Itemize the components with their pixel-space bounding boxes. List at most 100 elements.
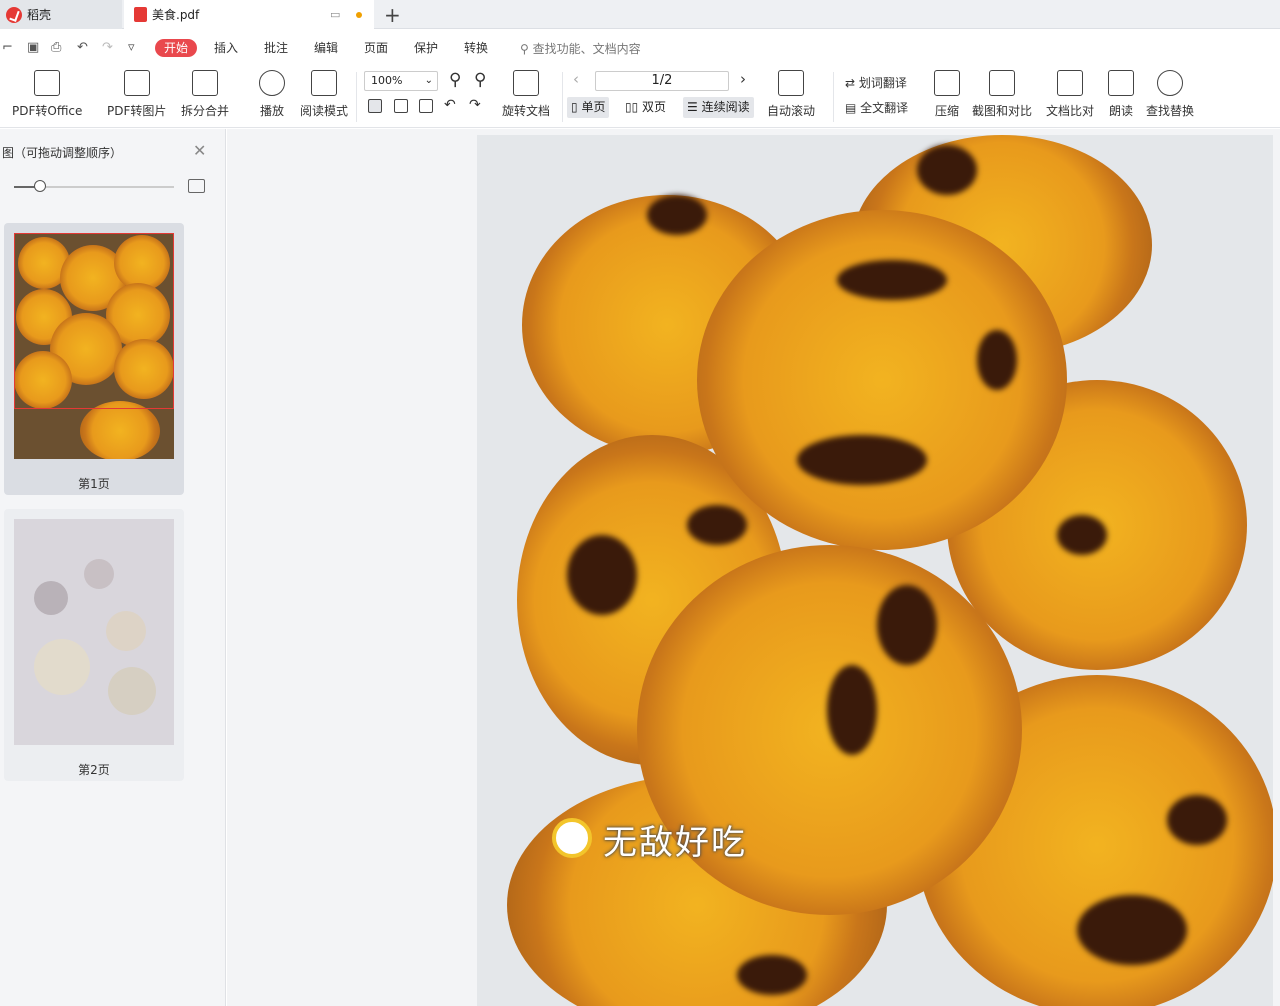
document-canvas[interactable]: 无敌好吃 <box>227 129 1280 1006</box>
chevron-down-icon: ⌄ <box>424 75 433 86</box>
page-indicator: 1/2 <box>651 73 673 88</box>
pdf-to-image-button[interactable]: PDF转图片 <box>107 70 166 119</box>
read-aloud-button[interactable]: 朗读 <box>1108 70 1134 119</box>
checkmark-sticker-icon <box>552 818 592 858</box>
word-translate-button[interactable]: ⇄ 划词翻译 <box>845 74 907 91</box>
ribbon-toolbar: PDF转Office PDF转图片 拆分合并 播放 阅读模式 100% ⌄ ⚲ … <box>0 66 1280 128</box>
ribbon-separator <box>562 72 563 122</box>
photo-caption: 无敌好吃 <box>603 823 747 863</box>
next-page-icon[interactable]: › <box>740 70 746 88</box>
play-button[interactable]: 播放 <box>259 70 285 119</box>
monitor-icon[interactable]: ▭ <box>330 8 340 21</box>
pdf-to-office-button[interactable]: PDF转Office <box>12 70 82 119</box>
continuous-read-icon: ☰ <box>687 100 698 114</box>
thumbnail-image-2 <box>14 519 174 745</box>
full-translate-label: 全文翻译 <box>860 101 909 115</box>
split-merge-button[interactable]: 拆分合并 <box>181 70 229 119</box>
play-icon <box>259 70 285 96</box>
redo-icon[interactable]: ↷ <box>102 40 113 55</box>
double-page-label: 双页 <box>642 100 667 114</box>
compress-label: 压缩 <box>934 104 959 118</box>
quick-access-dropdown-icon[interactable]: ▿ <box>128 40 135 55</box>
compress-button[interactable]: 压缩 <box>934 70 960 119</box>
compare-icon <box>1057 70 1083 96</box>
ribbon-separator <box>833 72 834 122</box>
pdf-page: 无敌好吃 <box>477 135 1273 1006</box>
menu-protect[interactable]: 保护 <box>414 39 438 57</box>
page-1-label: 第1页 <box>78 477 110 491</box>
image-icon[interactable] <box>188 179 205 193</box>
menu-annotate[interactable]: 批注 <box>264 39 288 57</box>
slider-handle[interactable] <box>34 180 46 192</box>
tab-document-label: 美食.pdf <box>152 8 200 22</box>
pdf-to-office-icon <box>34 70 61 96</box>
single-page-icon: ▯ <box>571 100 578 114</box>
fit-page-icon[interactable] <box>394 99 408 113</box>
book-icon <box>311 70 337 96</box>
rotate-right-icon[interactable]: ↷ <box>469 97 481 113</box>
zoom-out-icon[interactable]: ⚲ <box>449 70 461 90</box>
full-translate-button[interactable]: ▤ 全文翻译 <box>845 99 908 116</box>
page-number-input[interactable]: 1/2 <box>595 71 729 91</box>
print-icon[interactable]: ⎙ <box>51 40 61 55</box>
single-page-button[interactable]: ▯ 单页 <box>567 97 610 118</box>
tab-home[interactable]: 稻壳 <box>0 0 122 29</box>
tab-document[interactable]: 美食.pdf ▭ <box>124 0 374 29</box>
word-translate-label: 划词翻译 <box>858 76 907 90</box>
rotate-document-button[interactable]: 旋转文档 <box>502 70 550 119</box>
rotate-document-label: 旋转文档 <box>502 104 551 118</box>
undo-icon[interactable]: ↶ <box>77 40 88 55</box>
open-icon[interactable]: ⌐ <box>2 40 13 55</box>
read-mode-button[interactable]: 阅读模式 <box>300 70 348 119</box>
pdf-to-office-label: PDF转Office <box>12 104 83 118</box>
menu-start[interactable]: 开始 <box>155 39 198 57</box>
close-icon[interactable]: ✕ <box>193 141 206 160</box>
document-compare-button[interactable]: 文档比对 <box>1046 70 1094 119</box>
unsaved-dot-icon <box>356 12 362 18</box>
current-view-frame <box>14 233 174 409</box>
find-replace-button[interactable]: 查找替换 <box>1146 70 1194 119</box>
double-page-icon: ▯▯ <box>625 100 639 114</box>
pdf-to-image-label: PDF转图片 <box>107 104 167 118</box>
compress-icon <box>934 70 960 96</box>
zoom-in-icon[interactable]: ⚲ <box>474 70 486 90</box>
screenshot-icon <box>989 70 1015 96</box>
search-placeholder: 查找功能、文档内容 <box>532 42 641 56</box>
read-mode-label: 阅读模式 <box>300 104 349 118</box>
fit-width-icon[interactable] <box>419 99 433 113</box>
menu-page[interactable]: 页面 <box>364 39 388 57</box>
continuous-read-label: 连续阅读 <box>701 100 750 114</box>
play-label: 播放 <box>259 104 284 118</box>
split-merge-label: 拆分合并 <box>181 104 230 118</box>
auto-scroll-button[interactable]: 自动滚动 <box>767 70 815 119</box>
double-page-button[interactable]: ▯▯ 双页 <box>621 97 670 118</box>
continuous-read-button[interactable]: ☰ 连续阅读 <box>683 97 754 118</box>
read-aloud-icon <box>1108 70 1134 96</box>
document-compare-label: 文档比对 <box>1046 104 1095 118</box>
rotate-left-icon[interactable]: ↶ <box>444 97 456 113</box>
pdf-to-image-icon <box>123 70 150 96</box>
save-icon[interactable]: ▣ <box>27 40 39 55</box>
screenshot-compare-label: 截图和对比 <box>972 104 1033 118</box>
page-2-label: 第2页 <box>78 763 110 777</box>
zoom-value: 100% <box>371 74 403 87</box>
function-search[interactable]: ⚲ 查找功能、文档内容 <box>520 40 641 57</box>
tab-bar: 稻壳 美食.pdf ▭ + <box>0 0 1280 29</box>
zoom-select[interactable]: 100% ⌄ <box>364 71 438 91</box>
menu-convert[interactable]: 转换 <box>464 39 488 57</box>
sidebar-title: 图（可拖动调整顺序） <box>2 146 123 160</box>
menu-insert[interactable]: 插入 <box>214 39 238 57</box>
page-thumbnail-1[interactable]: 第1页 <box>4 223 184 495</box>
tab-home-label: 稻壳 <box>27 8 52 22</box>
find-replace-icon <box>1157 70 1183 96</box>
translate-icon: ⇄ <box>845 76 856 90</box>
thumbnail-image-1 <box>14 233 174 459</box>
prev-page-icon[interactable]: ‹ <box>573 70 579 88</box>
screenshot-compare-button[interactable]: 截图和对比 <box>972 70 1032 119</box>
actual-size-icon[interactable] <box>368 99 382 113</box>
docer-logo-icon <box>6 6 22 23</box>
page-thumbnail-2[interactable]: 第2页 <box>4 509 184 781</box>
new-tab-button[interactable]: + <box>384 3 401 27</box>
menu-edit[interactable]: 编辑 <box>314 39 338 57</box>
ribbon-separator <box>356 72 357 122</box>
